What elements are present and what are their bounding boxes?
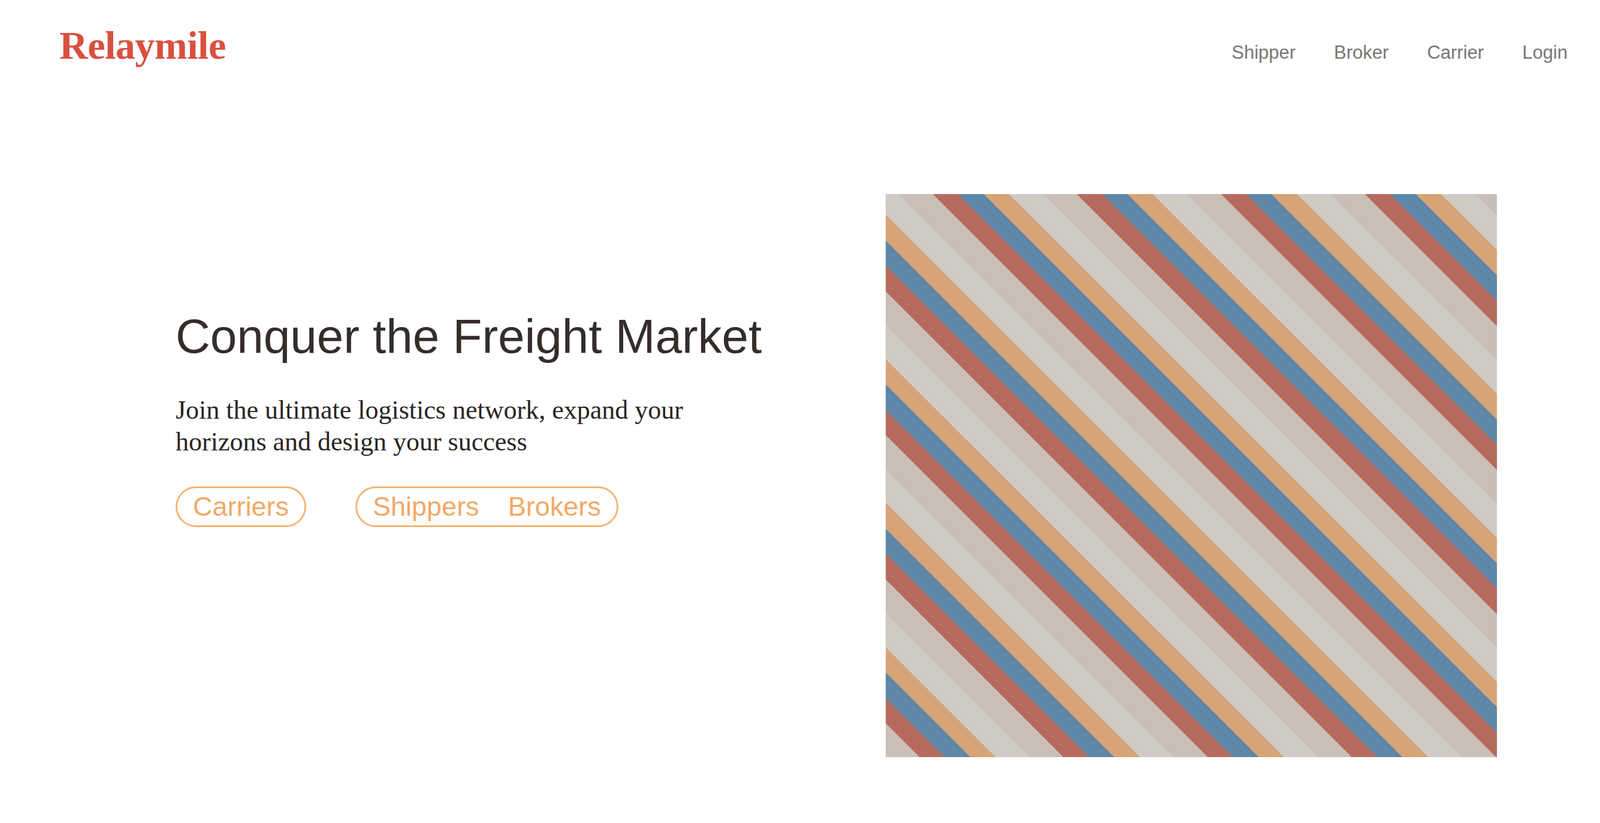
page: Relaymile Shipper Broker Carrier Login Conque…: [0, 0, 1600, 823]
pill-button[interactable]: Carriers: [175, 486, 307, 528]
hero-text: Conquer the Freight Market Join the ultim…: [0, 194, 886, 528]
button-row: Carriers Shippers Brokers: [175, 486, 886, 528]
hero: Conquer the Freight Market Join the ultim…: [0, 89, 1600, 758]
hero-subtitle: Join the ultimate logistics network, exp…: [175, 394, 691, 458]
hero-title: Conquer the Freight Market: [175, 308, 886, 366]
pill-label[interactable]: Brokers: [508, 490, 602, 524]
hero-photo: [885, 194, 1497, 758]
pill-label[interactable]: Shippers: [372, 490, 480, 524]
logo[interactable]: Relaymile: [59, 23, 226, 68]
nav-link[interactable]: Broker: [1333, 41, 1389, 64]
pill-label[interactable]: Carriers: [192, 490, 289, 524]
nav-link[interactable]: Login: [1522, 41, 1568, 64]
pill-button[interactable]: Shippers Brokers: [355, 486, 619, 528]
header: Relaymile Shipper Broker Carrier Login: [0, 0, 1600, 90]
nav-bar: Shipper Broker Carrier Login: [1231, 23, 1568, 64]
nav-link[interactable]: Shipper: [1231, 41, 1296, 64]
nav-link[interactable]: Carrier: [1426, 41, 1484, 64]
